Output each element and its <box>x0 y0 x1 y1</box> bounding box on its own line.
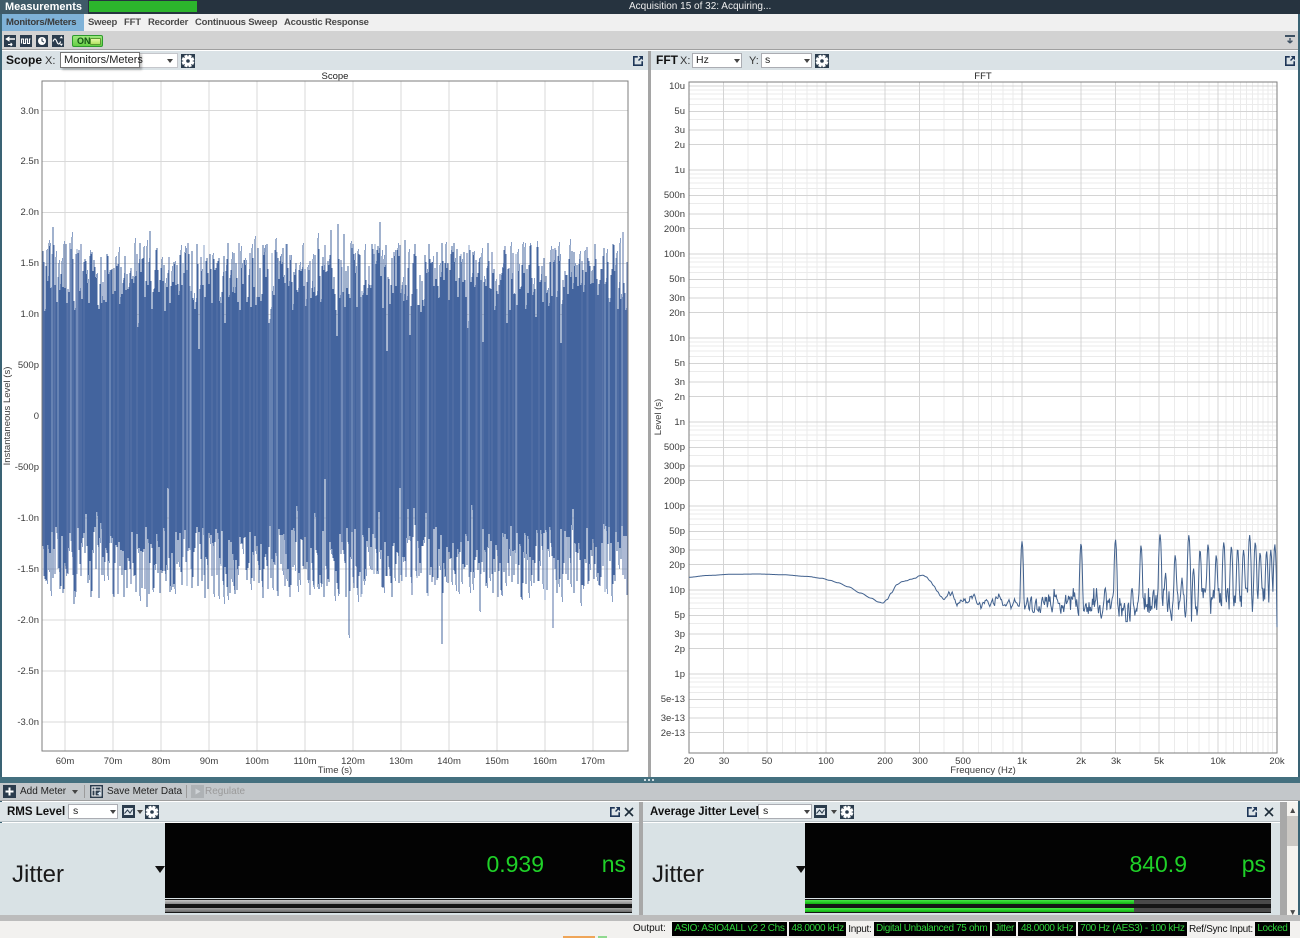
svg-text:10n: 10n <box>669 333 685 344</box>
svg-text:500p: 500p <box>664 442 685 453</box>
svg-text:50n: 50n <box>669 274 685 285</box>
svg-text:5n: 5n <box>674 358 685 369</box>
svg-text:1n: 1n <box>674 417 685 428</box>
svg-text:Instantaneous Level (s): Instantaneous Level (s) <box>2 367 13 466</box>
svg-text:60m: 60m <box>56 756 75 767</box>
svg-text:5u: 5u <box>674 106 685 117</box>
svg-text:1p: 1p <box>674 669 685 680</box>
svg-text:50: 50 <box>762 756 773 767</box>
svg-text:-1.0n: -1.0n <box>17 513 39 524</box>
svg-text:30p: 30p <box>669 545 685 556</box>
svg-text:100: 100 <box>818 756 834 767</box>
svg-text:300p: 300p <box>664 461 685 472</box>
svg-text:3p: 3p <box>674 629 685 640</box>
svg-text:100m: 100m <box>245 756 269 767</box>
svg-text:80m: 80m <box>152 756 171 767</box>
svg-text:20k: 20k <box>1269 756 1285 767</box>
svg-text:Scope: Scope <box>322 71 349 82</box>
svg-text:500n: 500n <box>664 190 685 201</box>
svg-text:10k: 10k <box>1210 756 1226 767</box>
svg-text:2u: 2u <box>674 140 685 151</box>
svg-text:50p: 50p <box>669 526 685 537</box>
svg-text:500p: 500p <box>18 360 39 371</box>
svg-text:140m: 140m <box>437 756 461 767</box>
svg-text:20p: 20p <box>669 560 685 571</box>
svg-text:10u: 10u <box>669 81 685 92</box>
svg-text:3.0n: 3.0n <box>21 106 40 117</box>
svg-text:3u: 3u <box>674 125 685 136</box>
svg-text:130m: 130m <box>389 756 413 767</box>
svg-text:1u: 1u <box>674 165 685 176</box>
svg-text:Frequency (Hz): Frequency (Hz) <box>950 765 1015 776</box>
svg-text:170m: 170m <box>581 756 605 767</box>
svg-text:30: 30 <box>719 756 730 767</box>
svg-text:2k: 2k <box>1076 756 1086 767</box>
svg-text:200n: 200n <box>664 224 685 235</box>
svg-text:3k: 3k <box>1111 756 1121 767</box>
svg-text:5p: 5p <box>674 610 685 621</box>
svg-text:-3.0n: -3.0n <box>17 717 39 728</box>
svg-text:110m: 110m <box>293 756 316 767</box>
svg-text:100p: 100p <box>664 501 685 512</box>
svg-text:1.0n: 1.0n <box>21 309 40 320</box>
svg-text:3e-13: 3e-13 <box>661 713 685 724</box>
svg-text:30n: 30n <box>669 293 685 304</box>
svg-text:20n: 20n <box>669 308 685 319</box>
svg-text:-2.5n: -2.5n <box>17 666 39 677</box>
svg-text:-1.5n: -1.5n <box>17 564 39 575</box>
svg-text:-500p: -500p <box>15 462 39 473</box>
svg-text:0: 0 <box>34 411 39 422</box>
svg-text:200: 200 <box>877 756 893 767</box>
svg-text:300n: 300n <box>664 209 685 220</box>
svg-text:150m: 150m <box>485 756 509 767</box>
svg-text:10p: 10p <box>669 585 685 596</box>
svg-text:2.0n: 2.0n <box>21 207 40 218</box>
svg-text:5e-13: 5e-13 <box>661 694 685 705</box>
svg-text:2n: 2n <box>674 392 685 403</box>
svg-text:70m: 70m <box>104 756 123 767</box>
svg-text:FFT: FFT <box>974 71 992 82</box>
svg-text:160m: 160m <box>533 756 557 767</box>
svg-text:100n: 100n <box>664 249 685 260</box>
svg-text:20: 20 <box>684 756 695 767</box>
svg-text:5k: 5k <box>1154 756 1164 767</box>
svg-text:Time (s): Time (s) <box>318 765 352 776</box>
svg-text:1k: 1k <box>1017 756 1027 767</box>
svg-text:2.5n: 2.5n <box>21 156 40 167</box>
svg-text:3n: 3n <box>674 377 685 388</box>
svg-text:90m: 90m <box>200 756 219 767</box>
svg-text:1.5n: 1.5n <box>21 258 40 269</box>
svg-text:2e-13: 2e-13 <box>661 728 685 739</box>
svg-text:200p: 200p <box>664 476 685 487</box>
svg-text:-2.0n: -2.0n <box>17 615 39 626</box>
svg-text:2p: 2p <box>674 644 685 655</box>
svg-text:300: 300 <box>912 756 928 767</box>
svg-text:Level (s): Level (s) <box>653 399 664 435</box>
